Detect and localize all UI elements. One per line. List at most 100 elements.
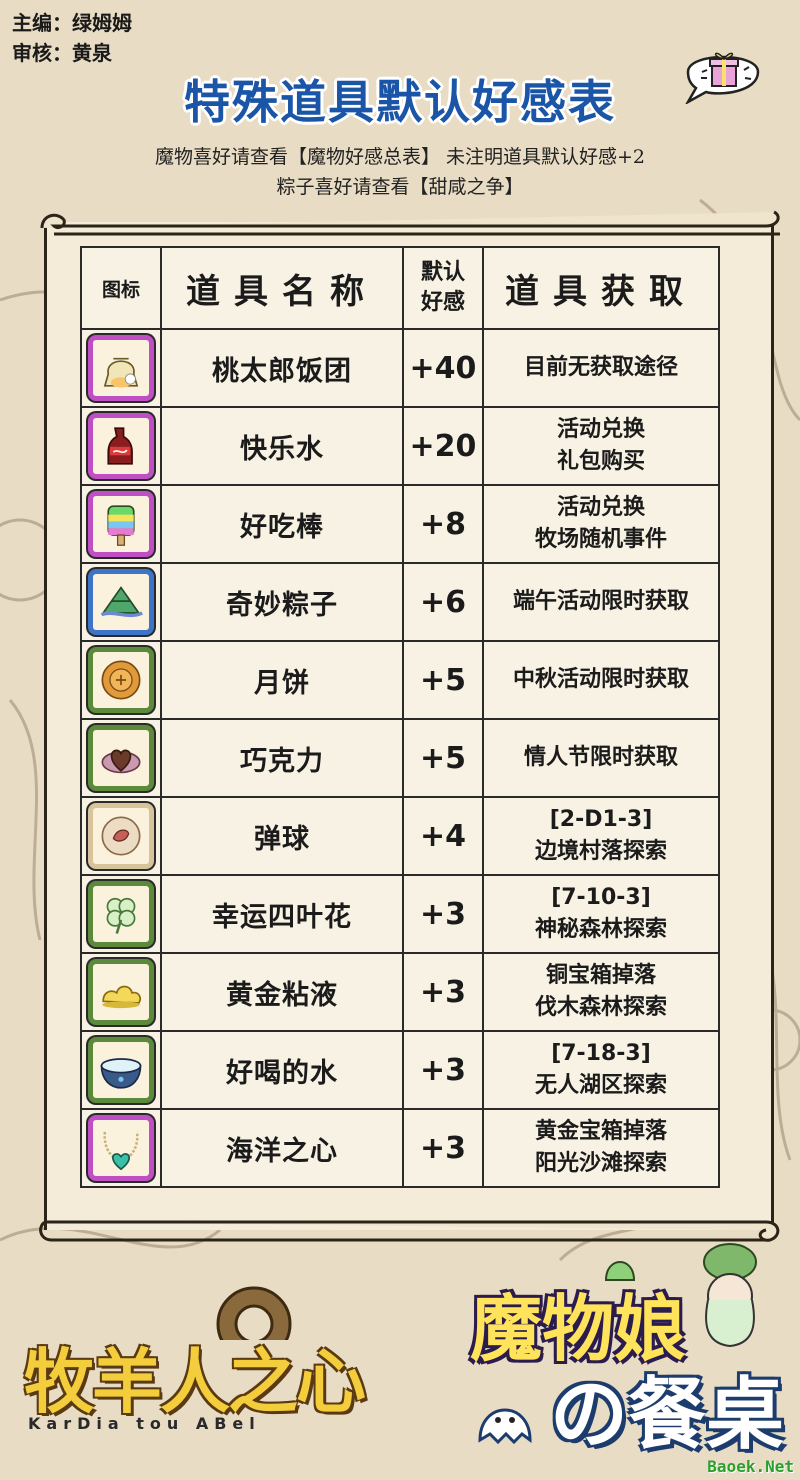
table-row: 好喝的水 +3 [7-18-3] 无人湖区探索 (80, 1030, 720, 1110)
obtain-line: 情人节限时获取 (523, 745, 678, 770)
obtain-method: [2-D1-3] 边境村落探索 (482, 796, 720, 876)
rice-ball-bag-icon (88, 335, 154, 401)
default-affinity-value: +3 (402, 874, 484, 954)
item-name: 月饼 (160, 640, 404, 720)
obtain-method: [7-18-3] 无人湖区探索 (482, 1030, 720, 1110)
obtain-line: [7-18-3] (551, 1041, 651, 1066)
reviewer-credit: 审核：黄泉 (12, 41, 112, 65)
obtain-method: 中秋活动限时获取 (482, 640, 720, 720)
table-row: 奇妙粽子 +6 端午活动限时获取 (80, 562, 720, 642)
item-icon-cell (80, 718, 162, 798)
default-affinity-value: +5 (402, 718, 484, 798)
obtain-method: 目前无获取途径 (482, 328, 720, 408)
mooncake-icon (88, 647, 154, 713)
zongzi-icon (88, 569, 154, 635)
item-icon-cell (80, 952, 162, 1032)
item-icon-cell (80, 484, 162, 564)
table-row: 幸运四叶花 +3 [7-10-3] 神秘森林探索 (80, 874, 720, 954)
monster-girl-table-logo: 魔物娘 の餐桌 (430, 1240, 790, 1465)
item-icon-cell (80, 406, 162, 486)
ocean-heart-necklace-icon (88, 1115, 154, 1181)
obtain-line: 无人湖区探索 (534, 1073, 667, 1098)
item-icon-cell (80, 562, 162, 642)
default-affinity-value: +8 (402, 484, 484, 564)
soda-bottle-icon (88, 413, 154, 479)
popsicle-icon (88, 491, 154, 557)
obtain-line: [7-10-3] (551, 885, 651, 910)
obtain-method: 情人节限时获取 (482, 718, 720, 798)
notes: 魔物喜好请查看【魔物好感总表】 未注明道具默认好感+2 粽子喜好请查看【甜咸之争… (0, 142, 800, 202)
obtain-line: 活动兑换 (556, 495, 645, 520)
table-header-row: 图标 道具名称 默认 好感 道具获取 (80, 246, 720, 330)
obtain-line: 牧场随机事件 (534, 527, 667, 552)
obtain-line: 活动兑换 (556, 417, 645, 442)
note-line-1: 魔物喜好请查看【魔物好感总表】 未注明道具默认好感+2 (154, 146, 646, 168)
chocolate-icon (88, 725, 154, 791)
item-name: 幸运四叶花 (160, 874, 404, 954)
header-obtain: 道具获取 (482, 246, 720, 330)
item-name: 海洋之心 (160, 1108, 404, 1188)
default-affinity-value: +5 (402, 640, 484, 720)
marble-icon (88, 803, 154, 869)
item-name: 桃太郎饭团 (160, 328, 404, 408)
kardia-tou-abel-logo: 牧羊人之心 KarDia tou ABel (14, 1280, 404, 1440)
obtain-line: 中秋活动限时获取 (512, 667, 689, 692)
default-affinity-value: +20 (402, 406, 484, 486)
gold-slime-icon (88, 959, 154, 1025)
table-row: 月饼 +5 中秋活动限时获取 (80, 640, 720, 720)
header-item-name: 道具名称 (160, 246, 404, 330)
item-icon-cell (80, 1108, 162, 1188)
table-row: 海洋之心 +3 黄金宝箱掉落 阳光沙滩探索 (80, 1108, 720, 1188)
obtain-line: 阳光沙滩探索 (534, 1151, 667, 1176)
item-icon-cell (80, 874, 162, 954)
obtain-line: [2-D1-3] (549, 807, 653, 832)
logo-right-title-line-2: の餐桌 (550, 1370, 785, 1460)
obtain-method: 铜宝箱掉落伐木森林探索 (482, 952, 720, 1032)
item-icon-cell (80, 796, 162, 876)
default-affinity-value: +3 (402, 1030, 484, 1110)
obtain-line: 边境村落探索 (534, 839, 667, 864)
item-icon-cell (80, 1030, 162, 1110)
obtain-line: 端午活动限时获取 (512, 589, 689, 614)
logo-left-title: 牧羊人之心 (24, 1341, 366, 1423)
obtain-method: 黄金宝箱掉落 阳光沙滩探索 (482, 1108, 720, 1188)
item-icon-cell (80, 640, 162, 720)
clover-icon (88, 881, 154, 947)
header-value-line-2: 好感 (420, 290, 465, 315)
obtain-method: 端午活动限时获取 (482, 562, 720, 642)
obtain-method: [7-10-3] 神秘森林探索 (482, 874, 720, 954)
obtain-line: 礼包购买 (556, 449, 645, 474)
obtain-method: 活动兑换牧场随机事件 (482, 484, 720, 564)
editor-credit: 主编：绿姆姆 (12, 11, 132, 35)
default-affinity-value: +40 (402, 328, 484, 408)
default-affinity-value: +6 (402, 562, 484, 642)
scroll-top-roll (40, 210, 780, 236)
item-icon-cell (80, 328, 162, 408)
obtain-line: 目前无获取途径 (523, 355, 678, 380)
water-bowl-icon (88, 1037, 154, 1103)
obtain-method: 活动兑换 礼包购买 (482, 406, 720, 486)
table-row: 巧克力 +5 情人节限时获取 (80, 718, 720, 798)
header-default-affinity: 默认 好感 (402, 246, 484, 330)
table-row: 桃太郎饭团 +40 目前无获取途径 (80, 328, 720, 408)
affinity-table: 图标 道具名称 默认 好感 道具获取 桃太郎饭团 +40 目前无获取途径快乐水 +20… (80, 246, 720, 1188)
header-value-line-1: 默认 (420, 260, 465, 285)
credits: 主编：绿姆姆 审核：黄泉 (12, 8, 132, 68)
table-row: 快乐水 +20 活动兑换 礼包购买 (80, 406, 720, 486)
item-name: 好吃棒 (160, 484, 404, 564)
obtain-line: 铜宝箱掉落 (545, 963, 656, 988)
default-affinity-value: +3 (402, 1108, 484, 1188)
table-row: 好吃棒 +8 活动兑换 牧场随机事件 (80, 484, 720, 564)
watermark: Baoek.Net (707, 1457, 794, 1476)
ghost-mascot-icon (478, 1408, 532, 1445)
item-name: 弹球 (160, 796, 404, 876)
table-row: 黄金粘液 +3 铜宝箱掉落 伐木森林探索 (80, 952, 720, 1032)
default-affinity-value: +3 (402, 952, 484, 1032)
table-row: 弹球 +4 [2-D1-3] 边境村落探索 (80, 796, 720, 876)
item-name: 快乐水 (160, 406, 404, 486)
chef-girl-icon (703, 1243, 757, 1348)
header-icon: 图标 (80, 246, 162, 330)
item-name: 好喝的水 (160, 1030, 404, 1110)
obtain-line: 伐木森林探索 (534, 995, 667, 1020)
item-name: 巧克力 (160, 718, 404, 798)
